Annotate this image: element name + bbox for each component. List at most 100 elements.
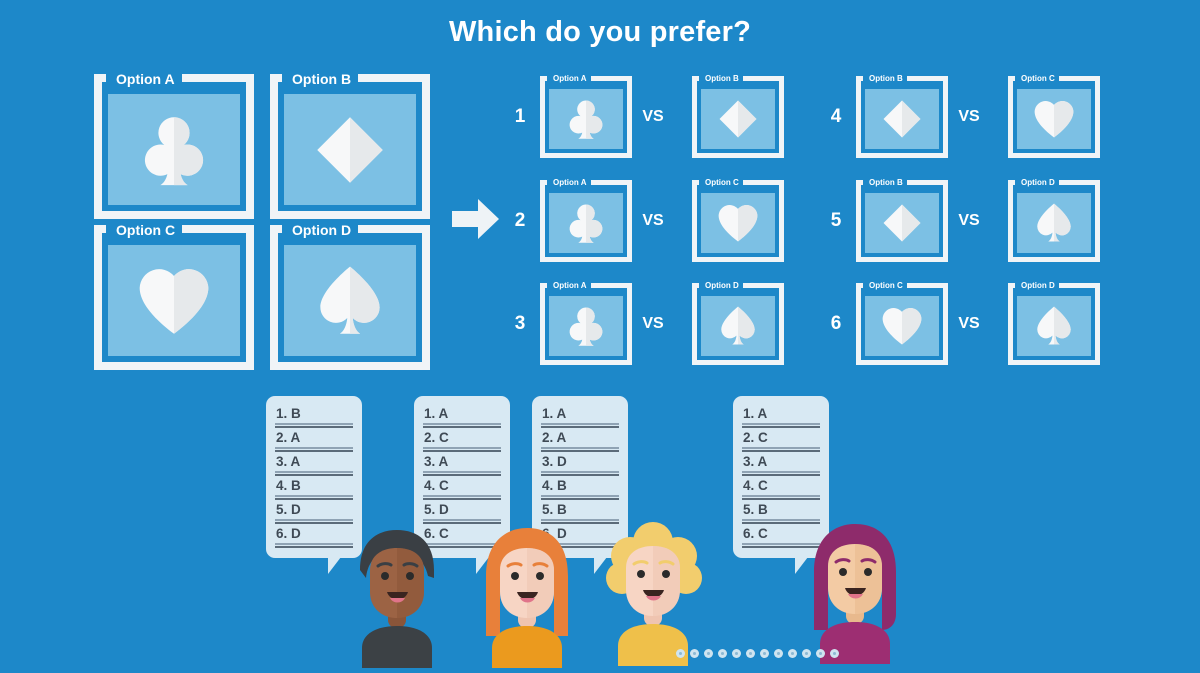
pagination-dot[interactable]	[830, 649, 839, 658]
option-card-cmp1-right[interactable]: Option B	[692, 74, 784, 158]
pagination-dot[interactable]	[746, 649, 755, 658]
card-panel	[1017, 89, 1091, 149]
option-card-cmp6-left[interactable]: Option C	[856, 281, 948, 365]
pagination-dot[interactable]	[690, 649, 699, 658]
card-panel	[701, 89, 775, 149]
answer-rule-upper	[541, 471, 619, 473]
answer-rule-upper	[541, 495, 619, 497]
answer-rule-upper	[423, 423, 501, 425]
diamond-icon	[701, 89, 775, 149]
answer-row: 1. A	[541, 406, 619, 428]
answer-row: 4. C	[742, 478, 820, 500]
option-card-d[interactable]: Option D	[270, 222, 430, 370]
option-label: Option C	[1021, 74, 1055, 83]
spade-icon	[1017, 296, 1091, 356]
vs-label: VS	[958, 315, 980, 332]
answer-rule-upper	[423, 495, 501, 497]
comparison-number: 1	[514, 106, 526, 127]
answer-rule-upper	[742, 495, 820, 497]
answer-text: 1. B	[276, 406, 301, 421]
pagination-dot[interactable]	[760, 649, 769, 658]
option-card-a[interactable]: Option A	[94, 71, 254, 219]
answer-rule-upper	[275, 471, 353, 473]
pagination-dot[interactable]	[788, 649, 797, 658]
option-label: Option B	[869, 74, 903, 83]
option-card-cmp2-left[interactable]: Option A	[540, 178, 632, 262]
vs-label: VS	[958, 108, 980, 125]
card-panel	[284, 245, 416, 356]
option-label: Option A	[553, 281, 587, 290]
answer-rule-upper	[423, 471, 501, 473]
answer-text: 1. A	[743, 406, 768, 421]
card-panel	[549, 296, 623, 356]
answer-row: 4. B	[275, 478, 353, 500]
pagination-dot[interactable]	[704, 649, 713, 658]
answer-row: 2. C	[742, 430, 820, 452]
card-panel	[701, 193, 775, 253]
answer-rule-upper	[275, 447, 353, 449]
card-panel	[1017, 193, 1091, 253]
answer-row: 4. C	[423, 478, 501, 500]
club-icon	[108, 94, 240, 205]
pagination-dot[interactable]	[774, 649, 783, 658]
option-label: Option B	[869, 178, 903, 187]
answer-rule-upper	[742, 471, 820, 473]
option-card-cmp4-right[interactable]: Option C	[1008, 74, 1100, 158]
comparison-number: 3	[514, 313, 526, 334]
option-label: Option D	[705, 281, 739, 290]
option-card-cmp5-right[interactable]: Option D	[1008, 178, 1100, 262]
answer-rule-lower	[275, 474, 353, 476]
answer-rule-lower	[275, 498, 353, 500]
pagination-dot[interactable]	[732, 649, 741, 658]
option-label: Option A	[116, 71, 175, 87]
answer-text: 5. D	[424, 502, 449, 517]
card-panel	[549, 89, 623, 149]
answer-text: 3. D	[542, 454, 567, 469]
option-label: Option C	[869, 281, 903, 290]
diamond-icon	[865, 89, 939, 149]
pagination-dot[interactable]	[718, 649, 727, 658]
option-card-cmp6-right[interactable]: Option D	[1008, 281, 1100, 365]
option-card-cmp5-left[interactable]: Option B	[856, 178, 948, 262]
answer-rule-lower	[742, 426, 820, 428]
spade-icon	[284, 245, 416, 356]
pagination-dot[interactable]	[676, 649, 685, 658]
heart-icon	[701, 193, 775, 253]
option-card-cmp3-right[interactable]: Option D	[692, 281, 784, 365]
pagination-dot[interactable]	[802, 649, 811, 658]
person-3-avatar	[588, 516, 718, 671]
card-panel	[1017, 296, 1091, 356]
option-card-c[interactable]: Option C	[94, 222, 254, 370]
answer-text: 4. C	[743, 478, 768, 493]
option-label: Option D	[1021, 281, 1055, 290]
answer-text: 1. A	[424, 406, 449, 421]
card-panel	[284, 94, 416, 205]
answer-rule-upper	[541, 447, 619, 449]
answer-rule-upper	[541, 423, 619, 425]
answer-row: 2. C	[423, 430, 501, 452]
answer-rule-lower	[275, 426, 353, 428]
comparison-number: 5	[830, 210, 842, 231]
answer-text: 4. B	[276, 478, 301, 493]
vs-label: VS	[642, 108, 664, 125]
answer-rule-upper	[742, 423, 820, 425]
option-card-b[interactable]: Option B	[270, 71, 430, 219]
answer-rule-upper	[275, 495, 353, 497]
vs-label: VS	[958, 212, 980, 229]
pagination-dot[interactable]	[816, 649, 825, 658]
option-label: Option B	[292, 71, 352, 87]
option-card-cmp2-right[interactable]: Option C	[692, 178, 784, 262]
answer-row: 3. A	[423, 454, 501, 476]
option-card-cmp4-left[interactable]: Option B	[856, 74, 948, 158]
answer-rule-lower	[423, 498, 501, 500]
option-card-cmp3-left[interactable]: Option A	[540, 281, 632, 365]
pagination-dots[interactable]	[676, 649, 839, 658]
spade-icon	[701, 296, 775, 356]
answer-rule-lower	[541, 474, 619, 476]
option-card-cmp1-left[interactable]: Option A	[540, 74, 632, 158]
spade-icon	[1017, 193, 1091, 253]
answer-row: 3. A	[275, 454, 353, 476]
card-panel	[865, 193, 939, 253]
card-panel	[865, 296, 939, 356]
page-title: Which do you prefer?	[448, 16, 752, 48]
